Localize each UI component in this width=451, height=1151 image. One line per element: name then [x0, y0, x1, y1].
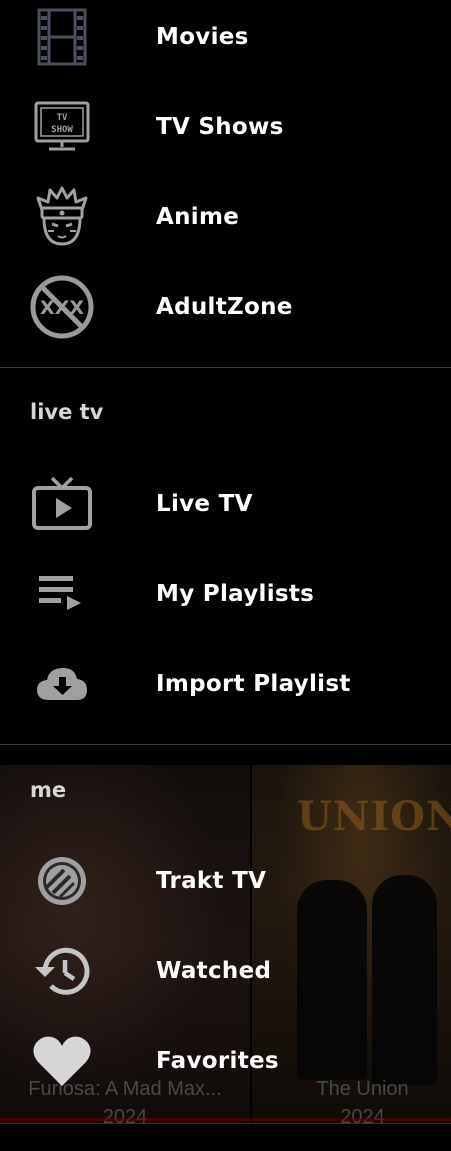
menu-item-label: Import Playlist — [156, 671, 351, 697]
menu-item-label: Anime — [156, 204, 240, 230]
app-root: UNION Furiosa: A Mad Max... 2024 The Uni… — [0, 0, 451, 1151]
svg-text:SHOW: SHOW — [51, 125, 73, 135]
menu-item-anime[interactable]: Anime — [0, 172, 451, 262]
section-divider — [0, 744, 451, 745]
menu-item-adultzone[interactable]: XXX AdultZone — [0, 262, 451, 352]
poster-headline-art: UNION — [297, 793, 451, 840]
svg-text:XXX: XXX — [40, 297, 84, 319]
menu-item-trakt-tv[interactable]: Trakt TV — [0, 836, 451, 926]
trakt-logo-icon — [27, 846, 97, 916]
menu-item-watched[interactable]: Watched — [0, 926, 451, 1016]
section-divider — [0, 367, 451, 368]
menu-item-favorites[interactable]: Favorites — [0, 1016, 451, 1106]
svg-text:TV: TV — [57, 113, 68, 123]
anime-ninja-icon — [27, 182, 97, 252]
film-strip-icon — [27, 2, 97, 72]
section-header-live-tv: live tv — [30, 400, 104, 424]
tv-play-icon — [27, 469, 97, 539]
progress-strip — [0, 1118, 451, 1121]
menu-item-import-playlist[interactable]: Import Playlist — [0, 639, 451, 729]
menu-item-my-playlists[interactable]: My Playlists — [0, 549, 451, 639]
menu-item-label: TV Shows — [156, 114, 284, 140]
menu-item-live-tv[interactable]: Live TV — [0, 459, 451, 549]
playlist-icon — [27, 559, 97, 629]
menu-item-label: Live TV — [156, 491, 253, 517]
section-header-me: me — [30, 778, 67, 802]
tv-show-icon: TV SHOW — [27, 92, 97, 162]
menu-item-label: Favorites — [156, 1048, 279, 1074]
menu-item-tv-shows[interactable]: TV SHOW TV Shows — [0, 82, 451, 172]
menu-item-label: AdultZone — [156, 294, 293, 320]
xxx-prohibited-icon: XXX — [27, 272, 97, 342]
bottom-bar — [0, 1123, 451, 1151]
menu-item-label: My Playlists — [156, 581, 315, 607]
history-icon — [27, 936, 97, 1006]
cloud-download-icon — [27, 649, 97, 719]
menu-item-movies[interactable]: Movies — [0, 0, 451, 82]
menu-item-label: Trakt TV — [156, 868, 267, 894]
heart-icon — [27, 1026, 97, 1096]
menu-item-label: Watched — [156, 958, 272, 984]
menu-item-label: Movies — [156, 24, 249, 50]
